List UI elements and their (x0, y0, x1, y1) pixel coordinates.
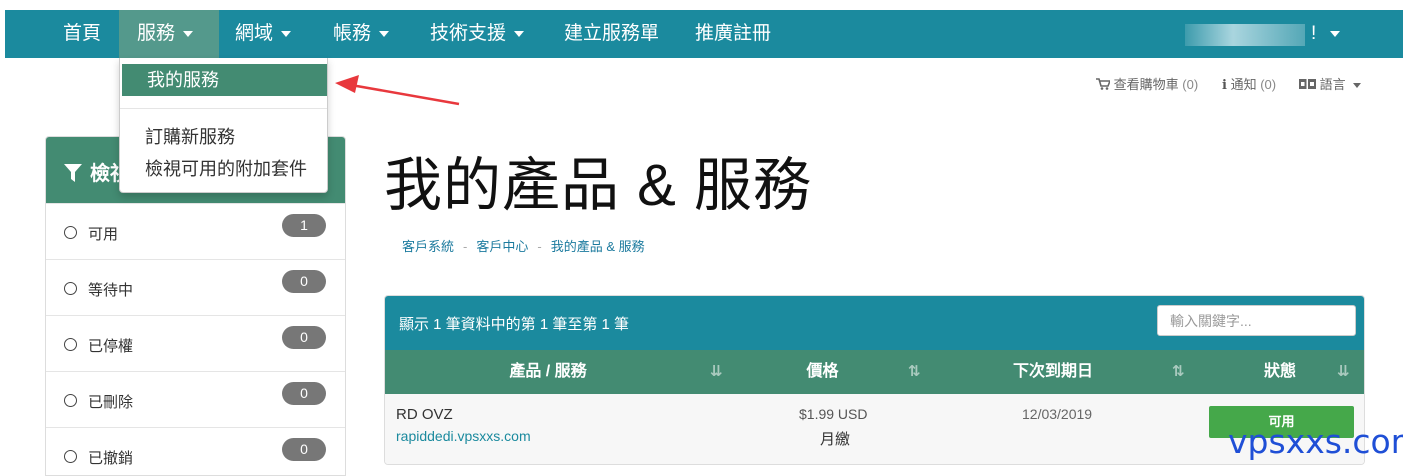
count-badge: 0 (282, 438, 326, 461)
sort-desc-icon[interactable]: ⇊ (710, 350, 723, 394)
column-header-due-date[interactable]: 下次到期日 (945, 350, 1161, 394)
notify-label: 通知 (1230, 77, 1257, 92)
nav-billing[interactable]: 帳務 (333, 10, 390, 58)
nav-support-label: 技術支援 (430, 23, 507, 44)
next-due-date: 12/03/2019 (1022, 406, 1093, 422)
filter-label: 已停權 (88, 338, 134, 355)
breadcrumb-portal-home[interactable]: 客戶系統 (402, 239, 454, 254)
nav-affiliates[interactable]: 推廣註冊 (695, 10, 771, 58)
language-label: 語言 (1319, 77, 1346, 92)
account-suffix: ! (1311, 23, 1317, 44)
nav-billing-label: 帳務 (333, 23, 372, 44)
cart-icon (1096, 78, 1112, 90)
chevron-down-icon (514, 30, 525, 37)
chevron-down-icon (281, 30, 292, 37)
breadcrumb-current: 我的產品 & 服務 (550, 239, 645, 254)
notifications-link[interactable]: i 通知 (0) (1222, 74, 1276, 93)
dropdown-item-order-new[interactable]: 訂購新服務 (120, 121, 327, 153)
radio-icon (64, 282, 77, 295)
radio-icon (64, 394, 77, 407)
filter-label: 可用 (88, 226, 119, 243)
chevron-down-icon (379, 30, 390, 37)
radio-icon (64, 450, 77, 463)
table-header: 產品 / 服務 ⇊ 價格 ⇅ 下次到期日 ⇅ 狀態 ⇊ (385, 350, 1364, 394)
nav-open-ticket[interactable]: 建立服務單 (564, 10, 659, 58)
language-icon (1299, 79, 1316, 89)
filter-item-active[interactable]: 可用 1 (46, 203, 345, 259)
notify-count: (0) (1260, 77, 1277, 92)
column-header-price[interactable]: 價格 (735, 350, 910, 394)
chevron-down-icon (1353, 83, 1362, 89)
radio-icon (64, 338, 77, 351)
filter-icon (64, 164, 82, 182)
filter-item-suspended[interactable]: 已停權 0 (46, 315, 345, 371)
info-icon: i (1222, 78, 1227, 93)
cart-count: (0) (1182, 77, 1199, 92)
annotation-arrow-icon (335, 75, 460, 106)
breadcrumb-client-area[interactable]: 客戶中心 (476, 239, 528, 254)
breadcrumb-separator: - (537, 239, 542, 254)
top-navbar: 首頁 服務 網域 帳務 技術支援 建立服務單 推廣註冊 ! (5, 10, 1403, 58)
dropdown-item-my-services[interactable]: 我的服務 (122, 64, 327, 96)
chevron-down-icon (1330, 30, 1341, 37)
breadcrumb: 客戶系統 - 客戶中心 - 我的產品 & 服務 (402, 236, 645, 255)
price-amount: $1.99 USD (799, 406, 868, 422)
breadcrumb-separator: - (463, 239, 468, 254)
count-badge: 0 (282, 382, 326, 405)
table-row[interactable]: RD OVZ rapiddedi.vpsxxs.com $1.99 USD 月繳… (385, 394, 1364, 464)
chevron-down-icon (183, 30, 194, 37)
nav-support[interactable]: 技術支援 (430, 10, 525, 58)
services-dropdown: 我的服務 訂購新服務 檢視可用的附加套件 (119, 58, 328, 193)
cart-label: 查看購物車 (1113, 77, 1179, 92)
sort-icon[interactable]: ⇅ (908, 350, 921, 394)
billing-cycle: 月繳 (820, 431, 851, 448)
watermark-text: vpsxxs.com (1228, 422, 1403, 461)
account-menu[interactable]: ! (1311, 10, 1341, 58)
language-selector[interactable]: 語言 (1299, 74, 1362, 93)
column-header-product[interactable]: 產品 / 服務 (385, 350, 711, 394)
product-name: RD OVZ (396, 406, 453, 423)
filter-label: 已撤銷 (88, 450, 134, 467)
count-badge: 0 (282, 270, 326, 293)
dropdown-divider (120, 108, 327, 109)
table-info-text: 顯示 1 筆資料中的第 1 筆至第 1 筆 (399, 316, 630, 333)
filter-item-terminated[interactable]: 已刪除 0 (46, 371, 345, 427)
radio-icon (64, 226, 77, 239)
filter-label: 等待中 (88, 282, 134, 299)
services-table: 顯示 1 筆資料中的第 1 筆至第 1 筆 產品 / 服務 ⇊ 價格 ⇅ 下次到… (384, 295, 1365, 465)
dropdown-item-addons[interactable]: 檢視可用的附加套件 (120, 153, 327, 185)
table-info-bar: 顯示 1 筆資料中的第 1 筆至第 1 筆 (385, 296, 1364, 350)
table-search-input[interactable] (1157, 305, 1356, 336)
sort-desc-icon[interactable]: ⇊ (1337, 350, 1350, 394)
nav-domains-label: 網域 (235, 23, 274, 44)
filter-item-cancelled[interactable]: 已撤銷 0 (46, 427, 345, 475)
nav-services-label: 服務 (137, 23, 176, 44)
filter-item-pending[interactable]: 等待中 0 (46, 259, 345, 315)
count-badge: 1 (282, 214, 326, 237)
nav-home[interactable]: 首頁 (63, 10, 101, 58)
nav-domains[interactable]: 網域 (235, 10, 292, 58)
view-cart-link[interactable]: 查看購物車 (0) (1096, 74, 1198, 93)
sort-icon[interactable]: ⇅ (1172, 350, 1185, 394)
blurred-username (1185, 24, 1305, 46)
product-domain[interactable]: rapiddedi.vpsxxs.com (396, 428, 531, 444)
count-badge: 0 (282, 326, 326, 349)
nav-services[interactable]: 服務 (119, 10, 219, 58)
page-title: 我的產品 & 服務 (384, 153, 812, 218)
filter-label: 已刪除 (88, 394, 134, 411)
